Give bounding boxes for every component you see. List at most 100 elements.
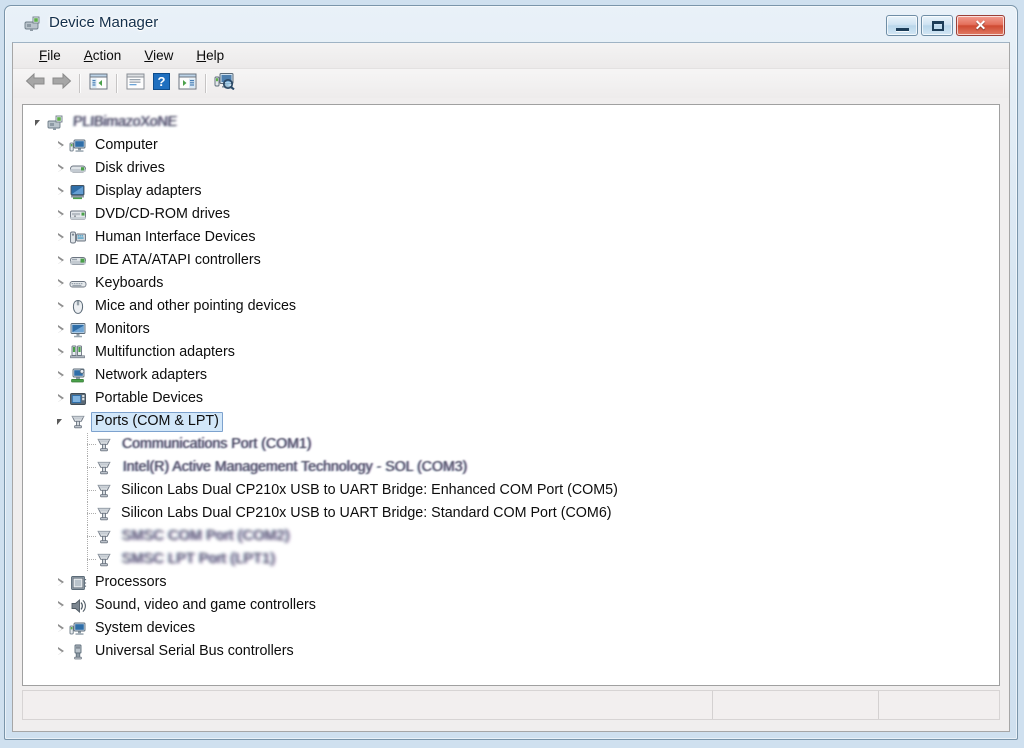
expand-triangle-icon[interactable] [54, 134, 69, 157]
tree-item-display-adapters[interactable]: Display adapters [23, 180, 999, 203]
tree-item-portable-devices[interactable]: Portable Devices [23, 387, 999, 410]
menu-view-accel: V [144, 48, 154, 63]
tree-item-system-devices[interactable]: System devices [23, 617, 999, 640]
tree-item-computer-label: Computer [95, 136, 158, 153]
tree-item-system-devices-label: System devices [95, 619, 196, 636]
tree-item-universal-serial-bus-controllers[interactable]: Universal Serial Bus controllers [23, 640, 999, 663]
tree-item-communications-port-com1[interactable]: Communications Port (COM1) [23, 433, 999, 456]
menu-help-rest: elp [206, 48, 225, 63]
close-button[interactable]: ✕ [956, 15, 1005, 36]
tree-item-ports-com-and-lpt[interactable]: Ports (COM & LPT) [23, 410, 999, 433]
port-icon [95, 436, 113, 454]
svg-text:?: ? [157, 74, 165, 89]
help-button[interactable]: ? [148, 72, 174, 96]
menu-help-accel: H [196, 48, 207, 63]
expand-triangle-icon[interactable] [54, 594, 69, 617]
port-icon [95, 482, 113, 500]
tree-item-smsc-com-port-com2[interactable]: SMSC COM Port (COM2) [23, 525, 999, 548]
collapse-triangle-icon[interactable] [32, 111, 47, 134]
tree-node-list: PLIBimazoXoNE Computer Disk drives Display … [23, 105, 999, 663]
status-bar-panes [22, 690, 1000, 720]
tree-item-monitors-label: Monitors [95, 320, 150, 337]
menu-file-rest: ile [47, 48, 61, 63]
tree-item-multifunction-adapters[interactable]: Multifunction adapters [23, 341, 999, 364]
expand-triangle-icon[interactable] [54, 226, 69, 249]
client-area: File Action View Help ? PLIBimazoXoNE Co… [12, 42, 1010, 732]
tree-item-computer[interactable]: Computer [23, 134, 999, 157]
tree-item-multifunction-adapters-label: Multifunction adapters [95, 343, 235, 360]
tree-item-human-interface-devices[interactable]: Human Interface Devices [23, 226, 999, 249]
tree-item-silicon-labs-enhanced-com-port-com5[interactable]: Silicon Labs Dual CP210x USB to UART Bri… [23, 479, 999, 502]
toolbar: ? [13, 68, 1009, 98]
port-icon [69, 413, 87, 431]
expand-triangle-icon[interactable] [54, 157, 69, 180]
title-bar[interactable]: Device Manager ✕ [5, 6, 1017, 42]
tree-item-dvd-cd-rom-drives[interactable]: DVD/CD-ROM drives [23, 203, 999, 226]
back-button[interactable] [22, 72, 48, 96]
separator-2 [116, 74, 117, 93]
scan-for-hardware-changes-button[interactable] [211, 72, 237, 96]
expand-triangle-icon[interactable] [54, 364, 69, 387]
expand-triangle-icon[interactable] [54, 387, 69, 410]
expand-triangle-icon[interactable] [54, 341, 69, 364]
collapse-triangle-icon[interactable] [54, 410, 69, 433]
tree-item-human-interface-devices-label: Human Interface Devices [95, 228, 256, 245]
disk-drive-icon [69, 160, 87, 178]
tree-connector [80, 479, 96, 502]
expand-triangle-icon[interactable] [54, 617, 69, 640]
tree-item-processors[interactable]: Processors [23, 571, 999, 594]
monitor-icon [69, 321, 87, 339]
tree-connector [80, 502, 96, 525]
expand-triangle-icon[interactable] [54, 249, 69, 272]
minimize-button[interactable] [886, 15, 918, 36]
menu-view-rest: iew [153, 48, 174, 63]
expand-triangle-icon[interactable] [54, 571, 69, 594]
tree-connector [80, 548, 96, 571]
tree-item-silicon-labs-enhanced-com-port-com5-label: Silicon Labs Dual CP210x USB to UART Bri… [121, 481, 618, 498]
tree-connector [80, 525, 96, 548]
maximize-button[interactable] [921, 15, 953, 36]
menu-view[interactable]: View [135, 46, 182, 65]
keyboard-icon [69, 275, 87, 293]
computer-root-icon [47, 114, 65, 132]
tree-item-mice-and-other-pointing-devices[interactable]: Mice and other pointing devices [23, 295, 999, 318]
tree-item-disk-drives[interactable]: Disk drives [23, 157, 999, 180]
expand-triangle-icon[interactable] [54, 180, 69, 203]
tree-item-sound-video-and-game-controllers[interactable]: Sound, video and game controllers [23, 594, 999, 617]
tree-item-silicon-labs-standard-com-port-com6[interactable]: Silicon Labs Dual CP210x USB to UART Bri… [23, 502, 999, 525]
menu-file[interactable]: File [30, 46, 70, 65]
port-icon [95, 528, 113, 546]
forward-button[interactable] [48, 72, 74, 96]
separator-1 [79, 74, 80, 93]
tree-item-keyboards[interactable]: Keyboards [23, 272, 999, 295]
menu-action[interactable]: Action [75, 46, 131, 65]
tree-connector [80, 456, 96, 479]
tree-item-network-adapters[interactable]: Network adapters [23, 364, 999, 387]
tree-item-ide-ata-atapi-controllers[interactable]: IDE ATA/ATAPI controllers [23, 249, 999, 272]
expand-triangle-icon[interactable] [54, 640, 69, 663]
show-hide-console-tree-button[interactable] [85, 72, 111, 96]
back-arrow-icon [25, 72, 46, 94]
tree-root-computer[interactable]: PLIBimazoXoNE [23, 111, 999, 134]
port-icon [95, 551, 113, 569]
usb-icon [69, 643, 87, 661]
update-driver-icon [178, 73, 197, 95]
sound-icon [69, 597, 87, 615]
expand-triangle-icon[interactable] [54, 272, 69, 295]
expand-triangle-icon[interactable] [54, 203, 69, 226]
tree-item-sound-video-and-game-controllers-label: Sound, video and game controllers [95, 596, 316, 613]
port-icon [95, 505, 113, 523]
update-driver-button[interactable] [174, 72, 200, 96]
expand-triangle-icon[interactable] [54, 295, 69, 318]
device-manager-icon [23, 15, 42, 33]
tree-item-intel-active-management-technology-sol-com3[interactable]: Intel(R) Active Management Technology - … [23, 456, 999, 479]
properties-button[interactable] [122, 72, 148, 96]
expand-triangle-icon[interactable] [54, 318, 69, 341]
menu-help[interactable]: Help [187, 46, 233, 65]
tree-item-universal-serial-bus-controllers-label: Universal Serial Bus controllers [95, 642, 294, 659]
tree-item-smsc-lpt-port-lpt1[interactable]: SMSC LPT Port (LPT1) [23, 548, 999, 571]
tree-item-monitors[interactable]: Monitors [23, 318, 999, 341]
menu-action-accel: A [83, 48, 93, 63]
device-tree[interactable]: PLIBimazoXoNE Computer Disk drives Display … [22, 104, 1000, 686]
tree-item-display-adapters-label: Display adapters [95, 182, 202, 199]
